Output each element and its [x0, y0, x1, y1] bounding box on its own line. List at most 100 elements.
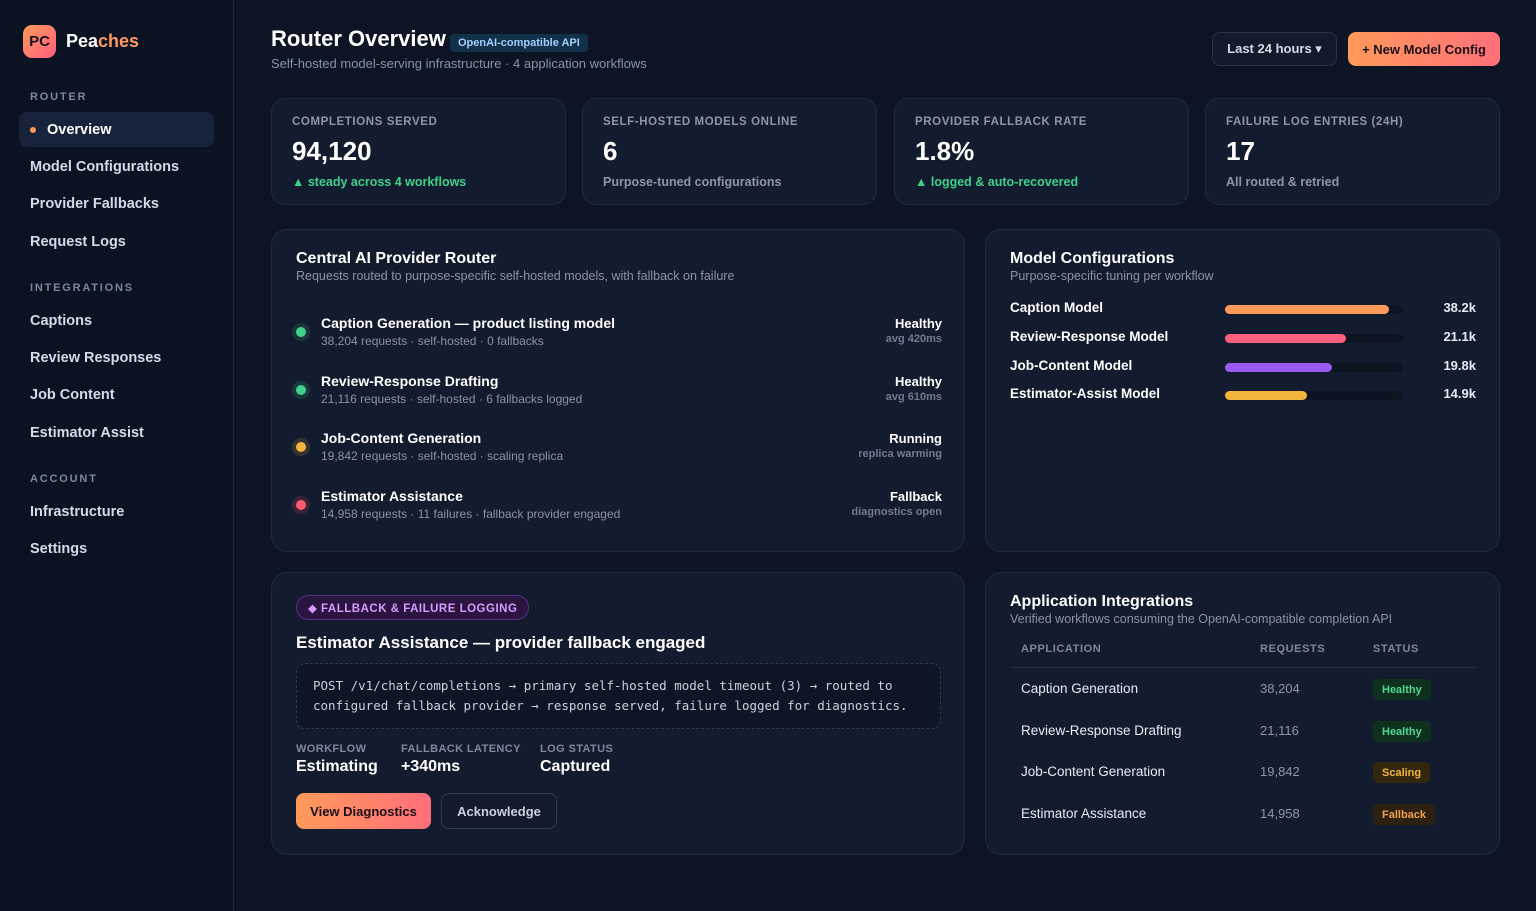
route-row-job-content[interactable]: Job-Content Generation 19,842 requests ·… — [292, 430, 942, 470]
router-subtitle: Requests routed to purpose-specific self… — [296, 269, 735, 283]
stat-note: ▲ logged & auto-recovered — [915, 175, 1079, 189]
route-row-caption[interactable]: Caption Generation — product listing mod… — [292, 315, 942, 355]
router-title: Central AI Provider Router — [296, 250, 497, 267]
stat-note: Purpose-tuned configurations — [603, 175, 782, 189]
column-header-requests[interactable]: REQUESTS — [1260, 643, 1325, 655]
brand-logo: PC — [23, 25, 56, 58]
table-cell-requests: 14,958 — [1260, 806, 1300, 821]
model-row[interactable]: Review-Response Model 21.1k — [1010, 328, 1476, 348]
sidebar-item-label: Model Configurations — [30, 158, 180, 175]
new-model-config-button[interactable]: + New Model Config — [1348, 32, 1500, 66]
model-row[interactable]: Caption Model 38.2k — [1010, 299, 1476, 319]
sidebar: PC Peaches ROUTER Overview Model Configu… — [0, 0, 234, 911]
api-badge: OpenAI-compatible API — [450, 34, 588, 52]
stat-label: COMPLETIONS SERVED — [292, 116, 438, 128]
integrations-panel: Application Integrations Verified workfl… — [985, 572, 1500, 855]
column-header-application[interactable]: APPLICATION — [1021, 643, 1101, 655]
route-meta: 38,204 requests · self-hosted · 0 fallba… — [321, 334, 544, 348]
stat-label: SELF-HOSTED MODELS ONLINE — [603, 116, 799, 128]
route-row-estimator[interactable]: Estimator Assistance 14,958 requests · 1… — [292, 488, 942, 528]
stat-value: 94,120 — [292, 136, 372, 166]
integrations-subtitle: Verified workflows consuming the OpenAI-… — [1010, 612, 1393, 626]
sidebar-item-label: Review Responses — [30, 349, 162, 366]
brand-name-part2: ches — [98, 31, 140, 51]
table-row[interactable]: Job-Content Generation 19,842 Scaling — [1010, 757, 1476, 787]
sidebar-item-label: Estimator Assist — [30, 424, 144, 441]
sidebar-item-request-logs[interactable]: Request Logs — [19, 224, 214, 259]
view-diagnostics-button[interactable]: View Diagnostics — [296, 793, 431, 829]
model-row[interactable]: Estimator-Assist Model 14.9k — [1010, 385, 1476, 405]
route-substatus: diagnostics open — [851, 506, 942, 518]
route-name: Job-Content Generation — [321, 430, 482, 446]
sidebar-item-job-content[interactable]: Job Content — [19, 377, 214, 412]
model-usage-fill — [1225, 305, 1389, 314]
model-name: Estimator-Assist Model — [1010, 386, 1161, 401]
route-name: Estimator Assistance — [321, 488, 463, 504]
model-usage-bar — [1225, 305, 1403, 314]
status-badge: Fallback — [1373, 804, 1436, 825]
page-subtitle: Self-hosted model-serving infrastructure… — [271, 56, 647, 71]
route-substatus: replica warming — [858, 448, 942, 460]
model-value: 38.2k — [1443, 300, 1476, 315]
sidebar-item-estimator-assist[interactable]: Estimator Assist — [19, 415, 214, 450]
model-name: Caption Model — [1010, 300, 1103, 315]
stat-card-fallback-rate: PROVIDER FALLBACK RATE 1.8% ▲ logged & a… — [894, 98, 1189, 205]
table-cell-app: Caption Generation — [1021, 681, 1139, 696]
sidebar-item-label: Infrastructure — [30, 503, 125, 520]
model-usage-bar — [1225, 391, 1403, 400]
nav-section-integrations: INTEGRATIONS — [30, 282, 134, 294]
table-cell-app: Estimator Assistance — [1021, 806, 1147, 821]
stat-card-failure-log: FAILURE LOG ENTRIES (24H) 17 All routed … — [1205, 98, 1500, 205]
sidebar-item-infrastructure[interactable]: Infrastructure — [19, 494, 214, 529]
brand[interactable]: PC Peaches — [23, 25, 139, 58]
fallback-title: Estimator Assistance — provider fallback… — [296, 633, 706, 652]
table-row[interactable]: Caption Generation 38,204 Healthy — [1010, 674, 1476, 704]
sidebar-item-overview[interactable]: Overview — [19, 112, 214, 147]
fallback-logging-tag: ◆ FALLBACK & FAILURE LOGGING — [296, 595, 530, 620]
route-substatus: avg 610ms — [885, 391, 942, 403]
table-cell-requests: 21,116 — [1260, 723, 1299, 738]
brand-name: Peaches — [66, 31, 139, 52]
model-name: Review-Response Model — [1010, 329, 1169, 344]
table-row[interactable]: Estimator Assistance 14,958 Fallback — [1010, 799, 1476, 829]
latency-field: FALLBACK LATENCY +340ms — [401, 743, 521, 776]
model-value: 21.1k — [1443, 329, 1476, 344]
model-usage-fill — [1225, 391, 1307, 400]
status-dot-icon — [292, 496, 310, 514]
status-badge: Healthy — [1373, 679, 1431, 700]
acknowledge-button[interactable]: Acknowledge — [441, 793, 557, 829]
sidebar-item-settings[interactable]: Settings — [19, 531, 214, 566]
route-substatus: avg 420ms — [885, 333, 942, 345]
model-usage-bar — [1225, 363, 1403, 372]
sidebar-item-review-responses[interactable]: Review Responses — [19, 340, 214, 375]
sidebar-item-label: Settings — [30, 540, 88, 557]
log-status-field: LOG STATUS Captured — [540, 743, 613, 776]
stat-value: 1.8% — [915, 136, 975, 166]
model-config-subtitle: Purpose-specific tuning per workflow — [1010, 269, 1214, 283]
route-row-review[interactable]: Review-Response Drafting 21,116 requests… — [292, 373, 942, 413]
status-badge: Scaling — [1373, 762, 1431, 783]
table-cell-requests: 38,204 — [1260, 681, 1300, 696]
status-dot-icon — [292, 438, 310, 456]
model-usage-fill — [1225, 363, 1332, 372]
active-dot-icon — [30, 126, 36, 133]
sidebar-item-provider-fallbacks[interactable]: Provider Fallbacks — [19, 186, 214, 221]
route-meta: 14,958 requests · 11 failures · fallback… — [321, 507, 621, 521]
router-panel: Central AI Provider Router Requests rout… — [271, 229, 965, 552]
model-value: 19.8k — [1443, 358, 1476, 373]
sidebar-item-label: Provider Fallbacks — [30, 195, 159, 212]
sidebar-item-model-configurations[interactable]: Model Configurations — [19, 149, 214, 184]
column-header-status[interactable]: STATUS — [1373, 643, 1419, 655]
stat-label: FAILURE LOG ENTRIES (24H) — [1226, 116, 1404, 128]
time-range-dropdown[interactable]: Last 24 hours ▾ — [1212, 32, 1337, 66]
nav-section-account: ACCOUNT — [30, 473, 98, 485]
nav-section-router: ROUTER — [30, 91, 88, 103]
route-name: Caption Generation — product listing mod… — [321, 315, 616, 331]
model-name: Job-Content Model — [1010, 358, 1133, 373]
sidebar-item-label: Job Content — [30, 386, 115, 403]
sidebar-item-captions[interactable]: Captions — [19, 303, 214, 338]
table-row[interactable]: Review-Response Drafting 21,116 Healthy — [1010, 716, 1476, 746]
integrations-title: Application Integrations — [1010, 593, 1194, 610]
model-config-title: Model Configurations — [1010, 250, 1175, 267]
model-row[interactable]: Job-Content Model 19.8k — [1010, 357, 1476, 377]
